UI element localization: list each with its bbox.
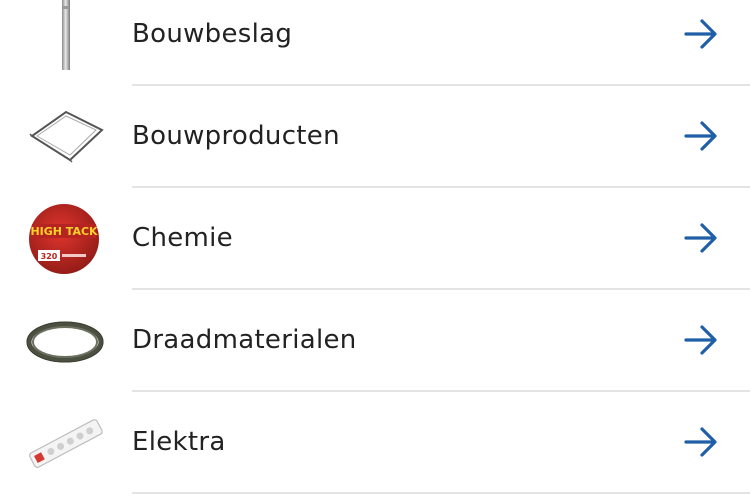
power-strip-thumbnail <box>22 406 108 478</box>
can-code-text: 320 <box>41 252 58 261</box>
arrow-right-icon[interactable] <box>682 322 720 358</box>
category-row-elektra[interactable]: Elektra <box>0 391 750 493</box>
steel-rod-thumbnail <box>22 0 108 70</box>
category-label: Bouwproducten <box>132 121 340 151</box>
can-brand-text: HIGH TACK <box>30 225 98 238</box>
category-label: Elektra <box>132 427 226 457</box>
arrow-right-icon[interactable] <box>682 424 720 460</box>
category-label: Draadmaterialen <box>132 325 357 355</box>
category-row-chemie[interactable]: HIGH TACK 320 Chemie <box>0 187 750 289</box>
frame-thumbnail <box>22 100 108 172</box>
divider <box>132 492 750 494</box>
high-tack-can-thumbnail: HIGH TACK 320 <box>22 202 108 274</box>
category-label: Bouwbeslag <box>132 19 293 49</box>
category-list: Bouwbeslag Bouwproducten HIGH TACK 320 C… <box>0 0 750 500</box>
category-row-bouwbeslag[interactable]: Bouwbeslag <box>0 0 750 85</box>
arrow-right-icon[interactable] <box>682 118 720 154</box>
arrow-right-icon[interactable] <box>682 16 720 52</box>
category-row-draadmaterialen[interactable]: Draadmaterialen <box>0 289 750 391</box>
category-row-bouwproducten[interactable]: Bouwproducten <box>0 85 750 187</box>
wire-coil-thumbnail <box>22 304 108 376</box>
arrow-right-icon[interactable] <box>682 220 720 256</box>
category-label: Chemie <box>132 223 233 253</box>
